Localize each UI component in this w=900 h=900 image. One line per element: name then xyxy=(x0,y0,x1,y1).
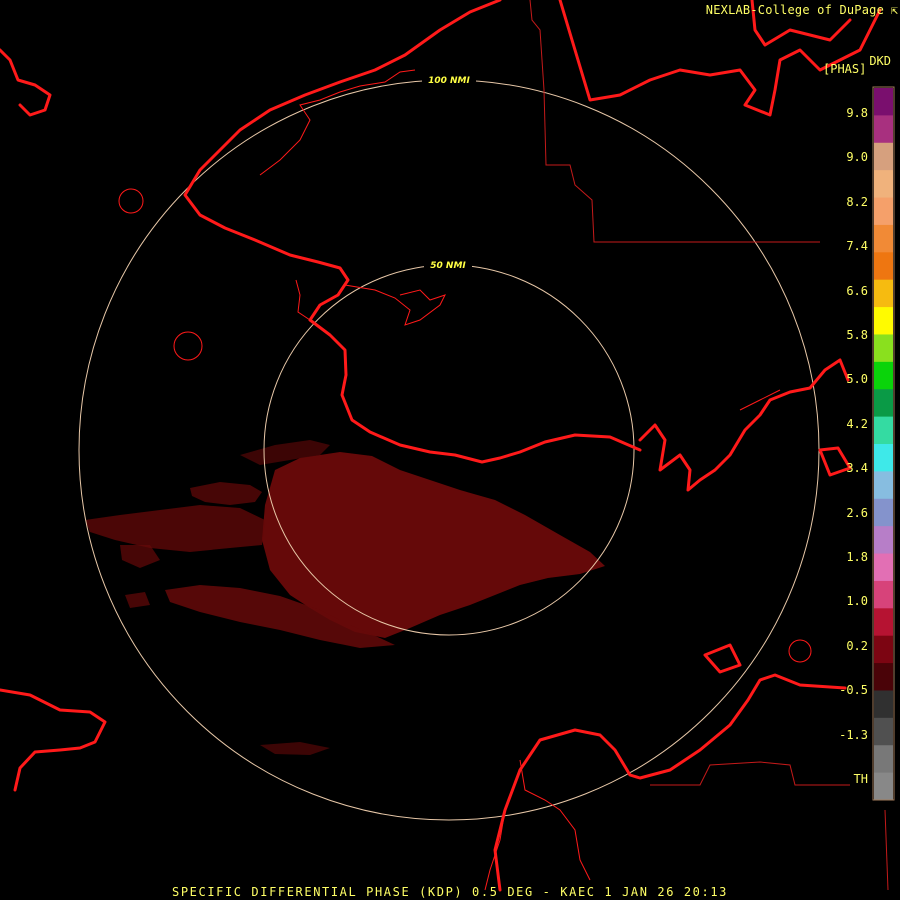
coastline-south-island xyxy=(703,643,742,674)
shoreline-south-peninsula xyxy=(519,759,591,881)
lake-southeast xyxy=(788,639,812,663)
legend-tick-label: 6.6 xyxy=(846,283,868,298)
legend-tick-label: 9.0 xyxy=(846,150,868,165)
shoreline-bay-inner xyxy=(344,284,446,326)
legend-swatch xyxy=(874,88,893,116)
radar-map: 50 NMI 100 NMI xyxy=(0,0,895,892)
echo-northwest-patch xyxy=(190,482,262,505)
legend-swatch xyxy=(874,142,893,171)
lake-northwest xyxy=(118,188,144,214)
echo-west-band xyxy=(85,505,265,552)
boundary-far-east xyxy=(884,809,889,891)
legend-swatch xyxy=(874,307,893,335)
coastlines xyxy=(0,0,882,892)
coastline-ne-river xyxy=(558,0,882,117)
legend-tick-label: 5.8 xyxy=(846,328,868,342)
coastline-nw-lake xyxy=(0,48,52,117)
state-boundaries xyxy=(529,0,889,891)
boundary-south-east xyxy=(650,761,850,786)
legend-swatch xyxy=(874,690,893,719)
legend-swatch xyxy=(874,526,893,555)
legend-swatch xyxy=(874,252,893,281)
echo-far-west-fragment xyxy=(125,592,150,608)
boundary-north-central xyxy=(529,0,820,243)
coastline-west-lake xyxy=(0,688,107,792)
legend-units: [PHAS] xyxy=(823,62,867,76)
shoreline-north-coast xyxy=(259,69,416,176)
legend-tick-label: 4.2 xyxy=(846,416,868,431)
legend-swatch xyxy=(874,471,893,500)
legend-swatch xyxy=(874,745,893,774)
coastline-main xyxy=(183,0,642,464)
legend-tick-label: -0.5 xyxy=(839,683,868,698)
echo-south-streak xyxy=(260,742,330,755)
legend-swatch xyxy=(874,608,893,637)
legend-tick-label: TH xyxy=(853,772,868,786)
legend-swatch xyxy=(874,389,893,418)
legend-tick-label: 1.0 xyxy=(846,594,868,609)
legend-swatch xyxy=(874,663,893,691)
product-footer: SPECIFIC DIFFERENTIAL PHASE (KDP) 0.5 DE… xyxy=(172,885,728,899)
range-rings xyxy=(78,79,820,821)
range-ring-100 xyxy=(78,79,820,821)
legend-swatch xyxy=(874,115,893,144)
legend-tick-label: 5.0 xyxy=(846,372,868,387)
legend-tick-label: 9.8 xyxy=(846,106,868,120)
product-code: DKD xyxy=(869,54,891,68)
legend-swatch xyxy=(874,361,893,390)
legend-tick-label: -1.3 xyxy=(839,727,868,742)
range-ring-100-label: 100 NMI xyxy=(428,76,470,86)
legend-swatch xyxy=(874,279,893,308)
legend-swatch xyxy=(874,224,893,253)
legend-swatch xyxy=(874,635,893,664)
legend-swatch xyxy=(874,580,893,609)
legend-swatch xyxy=(874,197,893,226)
lake-west xyxy=(173,331,203,361)
legend-swatch xyxy=(874,416,893,445)
coastline-south-bay xyxy=(493,673,847,892)
echo-returns xyxy=(85,440,605,755)
legend-swatch xyxy=(874,444,893,472)
legend-tick-label: 1.8 xyxy=(846,550,868,564)
echo-west-fragment xyxy=(120,545,160,568)
legend-swatch xyxy=(874,772,893,801)
legend-tick-label: 8.2 xyxy=(846,194,868,209)
legend-swatch xyxy=(874,553,893,582)
legend-tick-label: 3.4 xyxy=(846,461,868,476)
legend-tick-label: 7.4 xyxy=(846,239,868,254)
arrow-corner-icon: ⇱ xyxy=(890,3,898,17)
legend-tick-label: 2.6 xyxy=(846,505,868,520)
legend-swatch xyxy=(874,170,893,199)
legend-tick-label: 0.2 xyxy=(846,638,868,653)
legend-swatch xyxy=(874,334,893,363)
credit-text: NEXLAB-College of DuPage xyxy=(705,3,884,17)
legend-swatch xyxy=(874,717,893,746)
shoreline-river-delta xyxy=(295,279,311,321)
range-ring-50-label: 50 NMI xyxy=(430,261,466,271)
color-legend-bar xyxy=(874,88,893,801)
coastline-east xyxy=(638,358,850,492)
legend-swatch xyxy=(874,498,893,527)
